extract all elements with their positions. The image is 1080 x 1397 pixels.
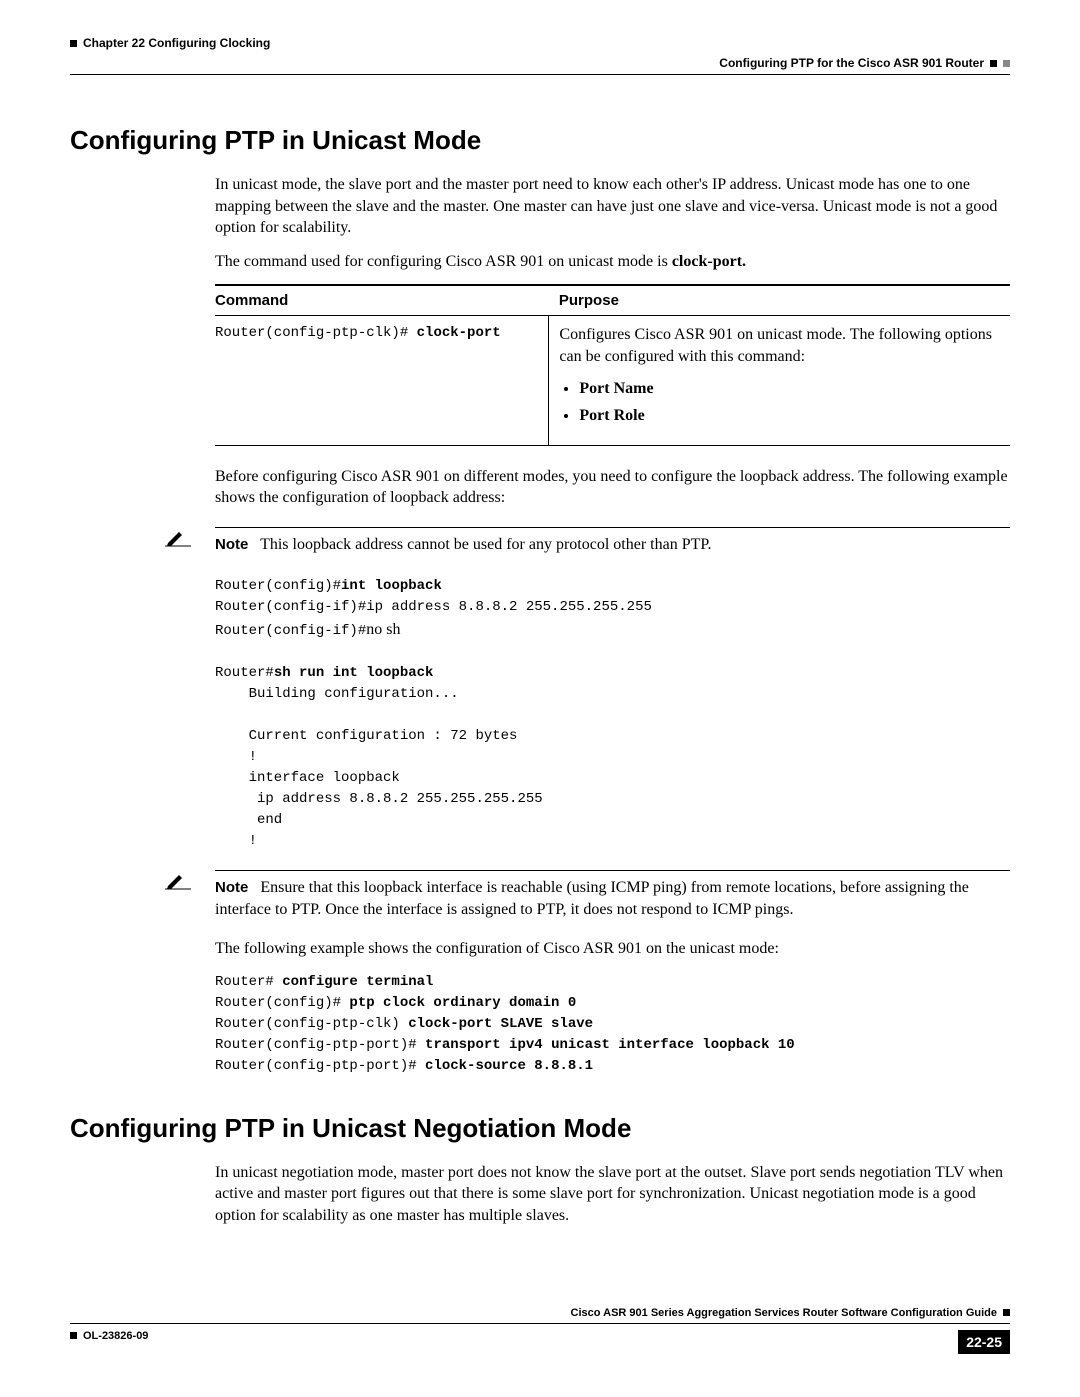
header-rule — [70, 74, 1010, 75]
pencil-icon — [165, 870, 191, 895]
note-text: Ensure that this loopback interface is r… — [215, 879, 969, 918]
body-text: In unicast mode, the slave port and the … — [215, 174, 1010, 272]
paragraph: In unicast negotiation mode, master port… — [215, 1162, 1010, 1227]
prompt: Router(config-ptp-clk)# — [215, 325, 417, 341]
header-square-icon — [70, 40, 77, 47]
header-section: Configuring PTP for the Cisco ASR 901 Ro… — [70, 56, 1010, 70]
code-block: Router(config)#int loopback Router(confi… — [215, 576, 1010, 852]
bullet-list: Port Name Port Role — [579, 378, 1000, 427]
footer-square-icon — [70, 1332, 77, 1339]
command: clock-port — [417, 325, 501, 341]
body-text: In unicast negotiation mode, master port… — [215, 1162, 1010, 1227]
note-rule — [215, 527, 1010, 528]
note-text: This loopback address cannot be used for… — [260, 536, 711, 553]
command-name: clock-port. — [672, 253, 746, 270]
chapter-title: Chapter 22 Configuring Clocking — [83, 36, 270, 50]
purpose-cell: Configures Cisco ASR 901 on unicast mode… — [549, 316, 1010, 445]
guide-title: Cisco ASR 901 Series Aggregation Service… — [571, 1307, 997, 1319]
command-cell: Router(config-ptp-clk)# clock-port — [215, 316, 549, 445]
footer-doc-id: OL-23826-09 — [70, 1330, 148, 1342]
header-square-icon — [1003, 60, 1010, 67]
pencil-icon — [165, 527, 191, 552]
section-heading-unicast-negotiation: Configuring PTP in Unicast Negotiation M… — [70, 1113, 1010, 1144]
purpose-text: Configures Cisco ASR 901 on unicast mode… — [559, 326, 992, 365]
footer-rule — [70, 1323, 1010, 1324]
header-square-icon — [990, 60, 997, 67]
text: The command used for configuring Cisco A… — [215, 253, 672, 270]
note-block: Note This loopback address cannot be use… — [70, 527, 1010, 556]
note-label: Note — [215, 878, 248, 898]
footer-guide-title: Cisco ASR 901 Series Aggregation Service… — [70, 1307, 1010, 1319]
doc-id-text: OL-23826-09 — [83, 1330, 148, 1342]
header-chapter: Chapter 22 Configuring Clocking — [70, 36, 1010, 50]
code-block: Router# configure terminal Router(config… — [215, 972, 1010, 1077]
section-title: Configuring PTP for the Cisco ASR 901 Ro… — [719, 56, 984, 70]
list-item: Port Name — [579, 378, 1000, 400]
paragraph: The following example shows the configur… — [215, 938, 1010, 960]
paragraph: In unicast mode, the slave port and the … — [215, 174, 1010, 239]
page-footer: Cisco ASR 901 Series Aggregation Service… — [70, 1307, 1010, 1354]
body-text: The following example shows the configur… — [215, 938, 1010, 960]
paragraph: The command used for configuring Cisco A… — [215, 251, 1010, 273]
page: Chapter 22 Configuring Clocking Configur… — [0, 0, 1080, 1394]
list-item: Port Role — [579, 405, 1000, 427]
footer-square-icon — [1003, 1309, 1010, 1316]
note-block: Note Ensure that this loopback interface… — [70, 870, 1010, 920]
body-text: Before configuring Cisco ASR 901 on diff… — [215, 466, 1010, 509]
command-table: Command Purpose Router(config-ptp-clk)# … — [215, 284, 1010, 445]
page-number: 22-25 — [958, 1330, 1010, 1354]
table-header-purpose: Purpose — [549, 285, 1010, 316]
table-header-command: Command — [215, 285, 549, 316]
note-label: Note — [215, 535, 248, 555]
paragraph: Before configuring Cisco ASR 901 on diff… — [215, 466, 1010, 509]
note-rule — [215, 870, 1010, 871]
table-row: Router(config-ptp-clk)# clock-port Confi… — [215, 316, 1010, 445]
section-heading-unicast: Configuring PTP in Unicast Mode — [70, 125, 1010, 156]
